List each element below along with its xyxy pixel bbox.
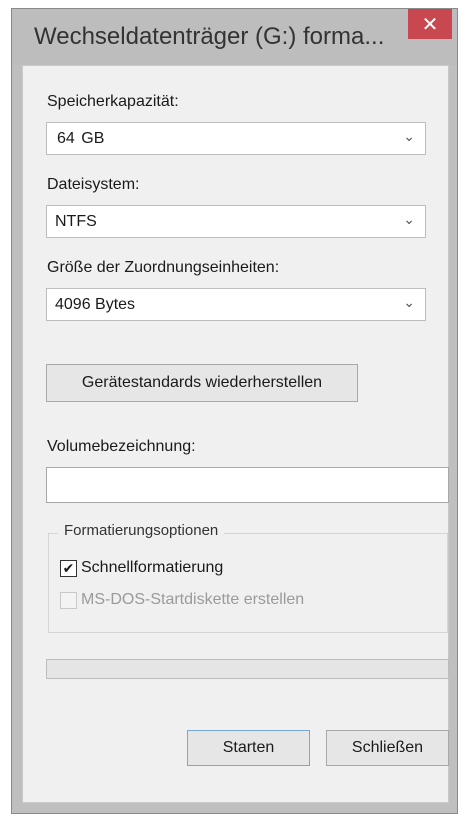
chevron-down-icon: ⌄ [403,294,415,310]
restore-defaults-button[interactable]: Gerätestandards wiederherstellen [46,364,358,402]
chevron-down-icon: ⌄ [403,211,415,227]
capacity-select[interactable]: 64 GB ⌄ [46,122,426,155]
dialog-content: Speicherkapazität: 64 GB ⌄ Dateisystem: … [22,65,449,803]
quick-format-checkbox[interactable]: ✔ [60,559,77,577]
close-button[interactable]: Schließen [326,730,449,766]
volume-label-input[interactable] [46,467,449,503]
allocation-size-select[interactable]: 4096 Bytes ⌄ [46,288,426,321]
chevron-down-icon: ⌄ [403,128,415,144]
capacity-value: 64 GB [55,130,104,148]
check-icon: ✔ [62,560,75,576]
format-options-title: Formatierungsoptionen [58,522,225,539]
capacity-number: 64 [55,130,77,147]
start-button[interactable]: Starten [187,730,310,766]
window-title: Wechseldatenträger (G:) forma... [34,23,385,50]
filesystem-value: NTFS [55,213,97,230]
msdos-boot-option: MS-DOS-Startdiskette erstellen [60,591,304,609]
format-dialog-window: Wechseldatenträger (G:) forma... ✕ Speic… [11,8,458,814]
format-options-group [48,533,448,633]
filesystem-select[interactable]: NTFS ⌄ [46,205,426,238]
quick-format-label: Schnellformatierung [81,559,224,576]
volume-label-label: Volumebezeichnung: [47,438,196,455]
msdos-boot-checkbox [60,591,77,609]
title-bar[interactable]: Wechseldatenträger (G:) forma... ✕ [12,9,457,65]
filesystem-label: Dateisystem: [47,176,140,193]
close-icon: ✕ [421,13,439,36]
capacity-label: Speicherkapazität: [47,93,179,110]
format-progress-bar [46,659,449,679]
quick-format-option[interactable]: ✔ Schnellformatierung [60,559,223,577]
allocation-size-label: Größe der Zuordnungseinheiten: [47,259,280,276]
allocation-size-value: 4096 Bytes [55,296,136,313]
msdos-boot-label: MS-DOS-Startdiskette erstellen [81,591,305,608]
close-window-button[interactable]: ✕ [408,9,452,39]
capacity-unit: GB [81,130,105,147]
